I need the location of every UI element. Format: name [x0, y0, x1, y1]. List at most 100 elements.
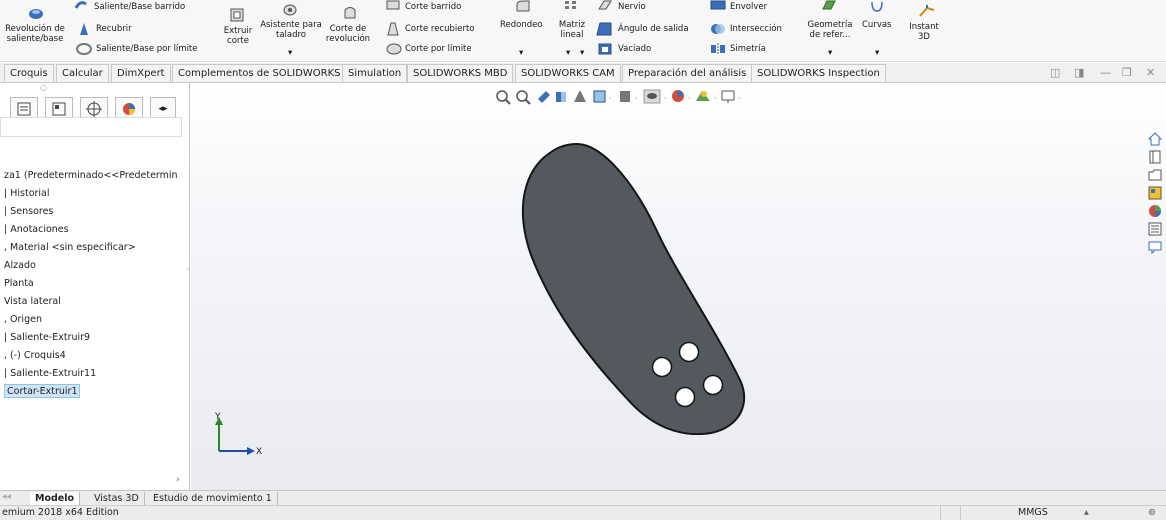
view-orientation-dropdown-icon[interactable]: · [609, 94, 612, 103]
linear-pattern-icon[interactable] [564, 0, 578, 13]
intersect-button[interactable]: Intersección [730, 24, 782, 34]
hide-show-items-icon[interactable] [643, 89, 661, 104]
shell-dropdown-icon[interactable]: ▾ [580, 48, 584, 58]
sweep-boss-button[interactable]: Saliente/Base barrido [94, 2, 185, 12]
display-style-dropdown-icon[interactable]: · [635, 94, 638, 103]
tab-croquis[interactable]: Croquis [4, 64, 54, 82]
zoom-to-area-icon[interactable] [516, 90, 531, 105]
curves-icon[interactable] [870, 0, 884, 15]
scene-dropdown-icon[interactable]: · [714, 94, 717, 103]
tabs-scroll-left-icon[interactable]: ◂◂ [2, 492, 11, 502]
tree-item-alzado[interactable]: Alzado [4, 259, 36, 273]
reference-geometry-dropdown-icon[interactable]: ▾ [828, 48, 832, 58]
fillet-button[interactable]: Redondeo [500, 20, 543, 30]
file-explorer-icon[interactable] [1148, 168, 1162, 182]
tree-item-croquis4[interactable]: , (-) Croquis4 [4, 349, 66, 363]
panel-collapse-icon[interactable]: ○ [40, 83, 47, 92]
swept-cut-icon[interactable] [386, 0, 400, 13]
fillet-dropdown-icon[interactable]: ▾ [519, 48, 523, 58]
tab-estudio-movimiento[interactable]: Estudio de movimiento 1 [148, 492, 278, 505]
rib-icon[interactable] [598, 0, 612, 13]
tree-item-origen[interactable]: , Origen [4, 313, 42, 327]
display-style-icon[interactable] [620, 91, 630, 102]
loft-boss-icon[interactable] [78, 22, 90, 39]
curves-button[interactable]: Curvas [862, 20, 891, 30]
tab-complementos[interactable]: Complementos de SOLIDWORKS [172, 64, 347, 82]
custom-properties-icon[interactable] [1148, 222, 1162, 236]
revolve-boss-icon[interactable] [28, 6, 44, 23]
tab-dimxpert[interactable]: DimXpert [111, 64, 171, 82]
part-model[interactable] [506, 135, 766, 435]
tab-simulation[interactable]: Simulation [342, 64, 408, 82]
tree-item-cortar-extruir1[interactable]: Cortar-Extruir1 [4, 384, 80, 398]
solidworks-forum-icon[interactable] [1148, 240, 1162, 255]
curves-dropdown-icon[interactable]: ▾ [875, 48, 879, 58]
graphics-area[interactable]: · · · · · · Y X [191, 83, 1166, 490]
wrap-button[interactable]: Envolver [730, 2, 767, 12]
tree-item-planta[interactable]: Planta [4, 277, 34, 291]
wrap-icon[interactable] [710, 0, 726, 13]
linear-pattern-dropdown-icon[interactable]: ▾ [566, 48, 570, 58]
reference-geometry-icon[interactable] [822, 0, 836, 13]
lofted-cut-icon[interactable] [386, 22, 400, 39]
section-view-icon[interactable] [556, 92, 566, 102]
tab-cam[interactable]: SOLIDWORKS CAM [515, 64, 621, 82]
restore-icon[interactable]: ❐ [1122, 66, 1132, 79]
minimize-icon[interactable]: — [1100, 66, 1111, 79]
hide-show-dropdown-icon[interactable]: · [664, 94, 667, 103]
tile-left-icon[interactable]: ◫ [1050, 66, 1060, 79]
tile-right-icon[interactable]: ◨ [1074, 66, 1084, 79]
revolve-boss-button[interactable]: Revolución de saliente/base [4, 24, 66, 44]
shell-button[interactable]: Vaciado [618, 44, 651, 54]
boundary-cut-icon[interactable] [386, 43, 402, 58]
tree-item-saliente-extruir11[interactable]: | Saliente-Extruir11 [4, 367, 96, 381]
shell-icon[interactable] [598, 43, 612, 58]
boundary-boss-button[interactable]: Saliente/Base por límite [96, 44, 198, 54]
panel-scroll-right-icon[interactable]: › [176, 475, 180, 485]
hole-wizard-dropdown-icon[interactable]: ▾ [288, 48, 292, 58]
instant3d-icon[interactable] [918, 4, 936, 21]
tree-item-vista-lateral[interactable]: Vista lateral [4, 295, 61, 309]
instant3d-button[interactable]: Instant 3D [904, 22, 944, 42]
unit-dropdown-icon[interactable]: ▴ [1084, 506, 1089, 520]
tab-mbd[interactable]: SOLIDWORKS MBD [407, 64, 514, 82]
draft-button[interactable]: Ángulo de salida [618, 24, 689, 34]
mirror-icon[interactable] [710, 43, 726, 58]
edit-appearance-icon[interactable] [672, 90, 684, 102]
close-icon[interactable]: ✕ [1146, 66, 1155, 79]
view-palette-icon[interactable] [1148, 186, 1162, 200]
apply-scene-icon[interactable] [696, 91, 710, 101]
tree-item-material[interactable]: , Material <sin especificar> [4, 241, 136, 255]
tab-modelo[interactable]: Modelo [30, 492, 81, 505]
hole-wizard-button[interactable]: Asistente para taladro [260, 20, 322, 40]
tree-item-saliente-extruir9[interactable]: | Saliente-Extruir9 [4, 331, 90, 345]
tree-root-part[interactable]: za1 (Predeterminado<<Predetermin [4, 169, 178, 183]
boundary-boss-icon[interactable] [76, 43, 92, 58]
reference-geometry-button[interactable]: Geometría de refer... [802, 20, 858, 40]
tree-item-sensores[interactable]: | Sensores [4, 205, 53, 219]
rebuild-icon[interactable]: ⊛ [1148, 506, 1156, 520]
mirror-button[interactable]: Simetría [730, 44, 766, 54]
revolve-cut-icon[interactable] [343, 6, 357, 23]
linear-pattern-button[interactable]: Matriz lineal [554, 20, 590, 40]
view-settings-dropdown-icon[interactable]: · [738, 94, 741, 103]
view-orientation-icon[interactable] [593, 90, 606, 103]
filter-field[interactable] [0, 117, 182, 137]
tab-vistas-3d[interactable]: Vistas 3D [89, 492, 145, 505]
tab-calcular[interactable]: Calcular [56, 64, 109, 82]
previous-view-icon[interactable] [538, 91, 550, 103]
unit-system-selector[interactable]: MMGS [1018, 506, 1048, 520]
appearances-icon[interactable] [1148, 204, 1162, 218]
tab-inspection[interactable]: SOLIDWORKS Inspection [751, 64, 886, 82]
extrude-cut-button[interactable]: Extruir corte [220, 26, 256, 46]
sweep-boss-icon[interactable] [74, 0, 88, 13]
dynamic-annotation-icon[interactable] [574, 90, 586, 102]
lofted-cut-button[interactable]: Corte recubierto [405, 24, 475, 34]
fillet-icon[interactable] [516, 0, 530, 15]
boundary-cut-button[interactable]: Corte por límite [405, 44, 472, 54]
view-settings-icon[interactable] [721, 90, 735, 103]
hole-wizard-icon[interactable] [283, 4, 297, 19]
draft-icon[interactable] [596, 22, 612, 39]
intersect-icon[interactable] [710, 22, 726, 39]
loft-boss-button[interactable]: Recubrir [96, 24, 132, 34]
